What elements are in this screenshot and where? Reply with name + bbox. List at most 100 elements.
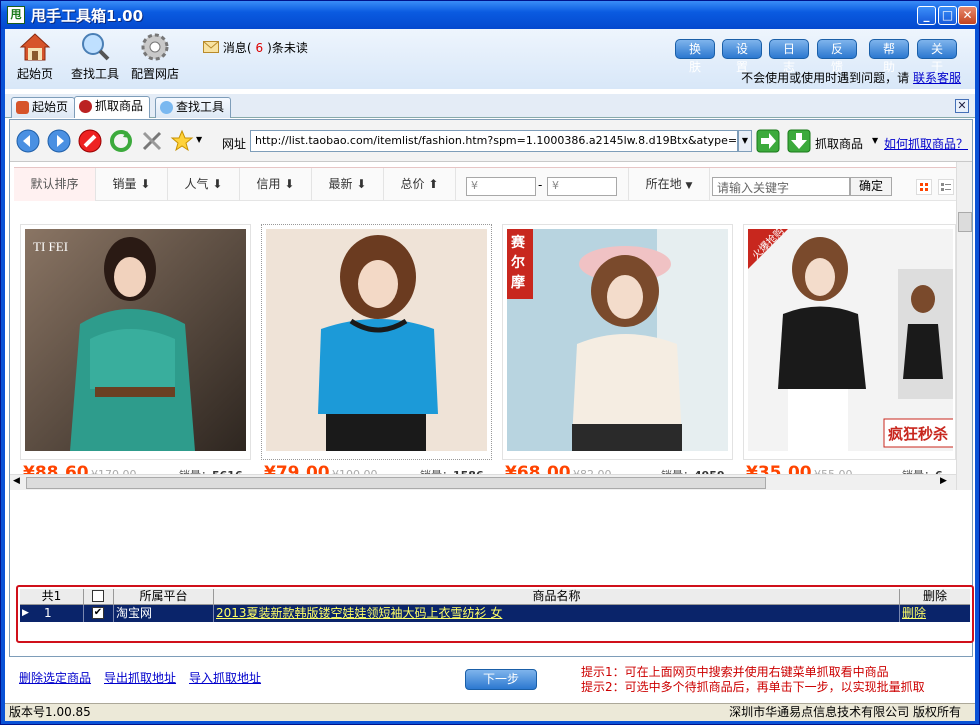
magnifier-icon <box>82 33 110 61</box>
location-label: 所在地 <box>645 177 682 191</box>
sort-default[interactable]: 默认排序 <box>14 168 96 201</box>
product-card[interactable]: ¥79.00 ¥100.00 销量：1586 <box>261 224 492 483</box>
keyword-input[interactable]: 请输入关键字 <box>712 177 850 196</box>
product-card[interactable]: TI FEI ¥88.60 ¥170.00 销量：5616 <box>20 224 251 483</box>
product-name-link[interactable]: 2013夏装新款韩版镂空娃娃领短袖大码上衣雪纺衫 女 <box>216 606 502 620</box>
url-label: 网址 <box>222 137 247 151</box>
config-shop-label: 配置网店 <box>131 67 180 81</box>
browser-navbar: ▼ 网址 http://list.taobao.com/itemlist/fas… <box>10 120 972 162</box>
home-icon <box>16 101 29 114</box>
row-check-cell[interactable]: ✔ <box>84 605 114 622</box>
export-urls-link[interactable]: 导出抓取地址 <box>104 669 176 686</box>
import-urls-link[interactable]: 导入抓取地址 <box>189 669 261 686</box>
flash-sale-badge: 疯狂秒杀 <box>888 425 948 443</box>
horizontal-scrollbar[interactable]: ◀ ▶ <box>10 474 956 490</box>
home-toolbar-button[interactable]: 起始页 <box>17 31 53 82</box>
scroll-right-icon[interactable]: ▶ <box>940 476 947 486</box>
url-dropdown-icon[interactable]: ▼ <box>738 130 752 152</box>
grid-view-icon[interactable] <box>916 179 932 195</box>
price-from-input[interactable]: ¥ <box>466 177 536 196</box>
stop-icon[interactable] <box>78 129 102 153</box>
row-delete-link[interactable]: 删除 <box>902 606 926 620</box>
back-icon[interactable] <box>16 129 40 153</box>
arrow-down-icon: ⬇ <box>140 177 151 191</box>
scroll-left-icon[interactable]: ◀ <box>13 476 20 486</box>
url-input[interactable]: http://list.taobao.com/itemlist/fashion.… <box>250 130 738 152</box>
message-suffix: )条未读 <box>267 41 308 55</box>
grab-dropdown-icon[interactable]: ▼ <box>872 136 878 145</box>
go-arrow-icon[interactable] <box>756 129 780 153</box>
sort-total-price[interactable]: 总价 ⬆ <box>384 168 456 201</box>
keyword-ok-button[interactable]: 确定 <box>850 177 892 196</box>
horizontal-scroll-thumb[interactable] <box>26 477 766 489</box>
close-tab-icon[interactable]: ✕ <box>955 99 969 113</box>
product-card[interactable]: 赛 尔 摩 ¥68.00 ¥82.00 销量：4959 <box>502 224 733 483</box>
skin-button[interactable]: 换肤 <box>675 39 715 74</box>
tab-find-tool[interactable]: 查找工具 <box>155 97 232 118</box>
tab-grab-products[interactable]: 抓取商品 <box>74 96 151 118</box>
config-shop-toolbar-button[interactable]: 配置网店 <box>131 31 179 82</box>
find-tool-toolbar-button[interactable]: 查找工具 <box>71 31 119 82</box>
col-delete: 删除 <box>922 589 947 603</box>
sort-newest-label: 最新 <box>328 177 353 191</box>
tab-home[interactable]: 起始页 <box>11 97 76 118</box>
vertical-scroll-thumb[interactable] <box>958 212 972 232</box>
delete-selected-link[interactable]: 删除选定商品 <box>19 669 91 686</box>
next-step-button[interactable]: 下一步 <box>465 669 537 690</box>
forward-icon[interactable] <box>47 129 71 153</box>
sort-sales[interactable]: 销量 ⬇ <box>96 168 168 201</box>
table-row[interactable]: ▶ 1 ✔ 淘宝网 2013夏装新款韩版镂空娃娃领短袖大码上衣雪纺衫 女 删除 <box>20 605 970 622</box>
version-text: 版本号1.00.85 <box>9 705 91 719</box>
message-notice[interactable]: 消息(6)条未读 <box>203 39 308 56</box>
col-select-all[interactable] <box>84 589 114 605</box>
row-product-name[interactable]: 2013夏装新款韩版镂空娃娃领短袖大码上衣雪纺衫 女 <box>214 605 900 622</box>
close-button[interactable]: ✕ <box>958 6 977 25</box>
home-label: 起始页 <box>17 67 54 81</box>
help-button[interactable]: 帮助 <box>869 39 909 74</box>
location-select[interactable]: 所在地 ▼ <box>628 168 710 201</box>
settings-button[interactable]: 设置 <box>722 39 762 74</box>
favorite-dropdown-icon[interactable]: ▼ <box>196 135 202 144</box>
find-tool-label: 查找工具 <box>71 67 120 81</box>
help-text: 不会使用或使用时遇到问题，请 <box>741 71 910 85</box>
brand-watermark: TI FEI <box>33 239 68 254</box>
sort-sales-label: 销量 <box>112 177 137 191</box>
list-view-icon[interactable] <box>938 179 954 195</box>
about-button[interactable]: 关于 <box>917 39 957 74</box>
row-delete-cell[interactable]: 删除 <box>900 605 970 622</box>
price-dash: - <box>538 178 543 192</box>
browser-panel: ▼ 网址 http://list.taobao.com/itemlist/fas… <box>9 119 974 657</box>
sort-newest[interactable]: 最新 ⬇ <box>312 168 384 201</box>
product-image[interactable]: TI FEI <box>25 229 246 451</box>
row-checkbox[interactable]: ✔ <box>92 607 104 619</box>
sort-credit-label: 信用 <box>256 177 281 191</box>
sort-popularity[interactable]: 人气 ⬇ <box>168 168 240 201</box>
product-card[interactable]: 火爆抢购 疯狂秒杀 ¥35.00 ¥55.00 销量：6 <box>743 224 956 483</box>
sort-popularity-label: 人气 <box>184 177 209 191</box>
price-to-input[interactable]: ¥ <box>547 177 617 196</box>
contact-support-link[interactable]: 联系客服 <box>913 71 961 85</box>
col-platform: 所属平台 <box>114 589 214 605</box>
sort-credit[interactable]: 信用 ⬇ <box>240 168 312 201</box>
maximize-button[interactable]: □ <box>938 6 957 25</box>
log-button[interactable]: 日志 <box>769 39 809 74</box>
product-image[interactable] <box>266 229 487 451</box>
download-grab-icon[interactable] <box>787 129 811 153</box>
envelope-icon <box>203 41 219 53</box>
minimize-button[interactable]: _ <box>917 6 936 25</box>
favorite-star-icon[interactable] <box>170 129 194 153</box>
product-image[interactable]: 赛 尔 摩 <box>507 229 728 451</box>
feedback-button[interactable]: 反馈 <box>817 39 857 74</box>
select-all-checkbox[interactable] <box>92 590 104 602</box>
vertical-scrollbar[interactable] <box>956 162 972 490</box>
grab-icon <box>79 100 92 113</box>
grab-products-button[interactable]: 抓取商品 <box>815 135 863 152</box>
message-count: 6 <box>255 41 264 55</box>
row-platform: 淘宝网 <box>114 605 214 622</box>
refresh-icon[interactable] <box>109 129 133 153</box>
product-image[interactable]: 火爆抢购 疯狂秒杀 <box>748 229 953 451</box>
app-window: 甩 甩手工具箱1.00 _ □ ✕ 起始页 查找工具 配置网店 消息(6)条… <box>0 0 980 725</box>
howto-link[interactable]: 如何抓取商品？ <box>884 135 968 152</box>
title-bar[interactable]: 甩 甩手工具箱1.00 _ □ ✕ <box>1 1 979 29</box>
tools-icon[interactable] <box>140 129 164 153</box>
